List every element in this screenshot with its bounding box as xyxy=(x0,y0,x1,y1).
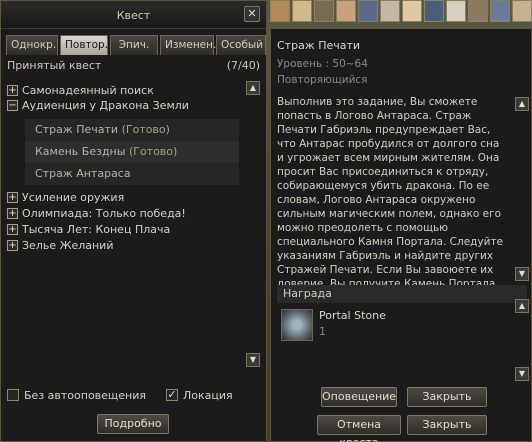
quest-item[interactable]: − Аудиенция у Дракона Земли xyxy=(7,99,243,112)
scroll-down-icon[interactable]: ▼ xyxy=(246,353,260,367)
expand-icon[interactable]: + xyxy=(7,224,18,235)
options-row: Без автооповещения ✓ Локация xyxy=(7,387,261,403)
reward-qty: 1 xyxy=(319,325,326,338)
tab-once[interactable]: Однокр. xyxy=(6,35,58,55)
scroll-down-icon[interactable]: ▼ xyxy=(515,267,529,281)
quest-label: Усиление оружия xyxy=(22,191,125,204)
portrait[interactable] xyxy=(446,0,466,22)
quest-description: Выполнив это задание, Вы сможете попасть… xyxy=(277,96,504,285)
reward-item[interactable]: Portal Stone 1 xyxy=(281,309,527,345)
reward-header: Награда xyxy=(277,285,527,303)
scroll-up-icon[interactable]: ▲ xyxy=(246,81,260,95)
portrait[interactable] xyxy=(336,0,356,22)
reward-name: Portal Stone xyxy=(319,309,386,322)
quest-label: Тысяча Лет: Конец Плача xyxy=(22,223,171,236)
no-notify-checkbox[interactable] xyxy=(7,389,19,401)
quest-item[interactable]: + Усиление оружия xyxy=(7,191,243,204)
portrait[interactable] xyxy=(512,0,532,22)
close-icon[interactable]: ✕ xyxy=(244,6,260,22)
quest-list-header: Принятый квест (7/40) xyxy=(7,59,260,75)
close-button-2[interactable]: Закрыть xyxy=(407,415,487,435)
tab-repeat[interactable]: Повтор. xyxy=(60,35,108,55)
portrait[interactable] xyxy=(270,0,290,22)
subquest-status: (Готово) xyxy=(121,123,170,136)
subquest-item[interactable]: Страж Антараса xyxy=(25,163,239,185)
quest-repeat-type: Повторяющийся xyxy=(277,74,368,86)
quest-window: Квест ✕ Однокр. Повтор. Эпич. Изменен. О… xyxy=(0,0,267,442)
expand-icon[interactable]: + xyxy=(7,240,18,251)
quest-item[interactable]: + Тысяча Лет: Конец Плача xyxy=(7,223,243,236)
tab-changed[interactable]: Изменен. xyxy=(160,35,216,55)
scroll-down-icon[interactable]: ▼ xyxy=(515,367,529,381)
titlebar[interactable]: Квест ✕ xyxy=(1,1,266,29)
notify-button[interactable]: Оповещение xyxy=(321,387,397,407)
quest-label: Зелье Желаний xyxy=(22,239,114,252)
portrait[interactable] xyxy=(292,0,312,22)
expand-icon[interactable]: + xyxy=(7,192,18,203)
quest-name: Страж Печати xyxy=(277,39,361,52)
portrait[interactable] xyxy=(468,0,488,22)
quest-list: + Самонадеянный поиск − Аудиенция у Драк… xyxy=(7,79,243,369)
location-checkbox[interactable]: ✓ xyxy=(166,389,179,401)
quest-item[interactable]: + Зелье Желаний xyxy=(7,239,243,252)
quest-details-panel: Страж Печати Уровень : 50~64 Повторяющий… xyxy=(270,28,532,442)
portrait[interactable] xyxy=(358,0,378,22)
portrait[interactable] xyxy=(424,0,444,22)
quest-label: Олимпиада: Только победа! xyxy=(22,207,186,220)
party-portraits xyxy=(270,0,532,22)
details-button[interactable]: Подробно xyxy=(97,414,169,434)
quest-info: Страж Печати Уровень : 50~64 Повторяющий… xyxy=(277,39,517,86)
location-option[interactable]: ✓ Локация xyxy=(166,387,233,403)
no-notify-option[interactable]: Без автооповещения xyxy=(7,387,146,403)
quest-level: Уровень : 50~64 xyxy=(277,58,368,70)
subquest-status: (Готово) xyxy=(128,145,178,158)
tab-strip: Однокр. Повтор. Эпич. Изменен. Особый xyxy=(6,35,266,55)
subquest-name: Страж Антараса xyxy=(35,167,131,180)
subquest-item[interactable]: Страж Печати (Готово) xyxy=(25,119,239,141)
window-title: Квест xyxy=(116,9,151,22)
expand-icon[interactable]: + xyxy=(7,85,18,96)
scroll-up-icon[interactable]: ▲ xyxy=(515,97,529,111)
reward-text: Portal Stone 1 xyxy=(319,309,386,345)
collapse-icon[interactable]: − xyxy=(7,100,18,111)
quest-label: Аудиенция у Дракона Земли xyxy=(22,99,189,112)
close-button[interactable]: Закрыть xyxy=(407,387,487,407)
portal-stone-icon[interactable] xyxy=(281,309,313,341)
subquest-name: Камень Бездны xyxy=(35,145,126,158)
quest-list-scrollbar[interactable]: ▲ ▼ xyxy=(246,81,260,371)
quest-item[interactable]: + Олимпиада: Только победа! xyxy=(7,207,243,220)
tab-epic[interactable]: Эпич. xyxy=(110,35,158,55)
portrait[interactable] xyxy=(402,0,422,22)
quest-label: Самонадеянный поиск xyxy=(22,84,154,97)
scroll-up-icon[interactable]: ▲ xyxy=(515,299,529,313)
cancel-quest-button[interactable]: Отмена квеста xyxy=(317,415,401,442)
portrait[interactable] xyxy=(380,0,400,22)
quest-item[interactable]: + Самонадеянный поиск xyxy=(7,84,243,97)
accepted-quests-label: Принятый квест xyxy=(7,59,102,72)
tab-special[interactable]: Особый xyxy=(216,35,266,55)
quest-count: (7/40) xyxy=(226,59,260,72)
subquest-name: Страж Печати xyxy=(35,123,119,136)
portrait[interactable] xyxy=(490,0,510,22)
no-notify-label: Без автооповещения xyxy=(24,388,147,402)
portrait[interactable] xyxy=(314,0,334,22)
expand-icon[interactable]: + xyxy=(7,208,18,219)
location-label: Локация xyxy=(183,388,233,402)
subquest-item[interactable]: Камень Бездны (Готово) xyxy=(25,141,239,163)
